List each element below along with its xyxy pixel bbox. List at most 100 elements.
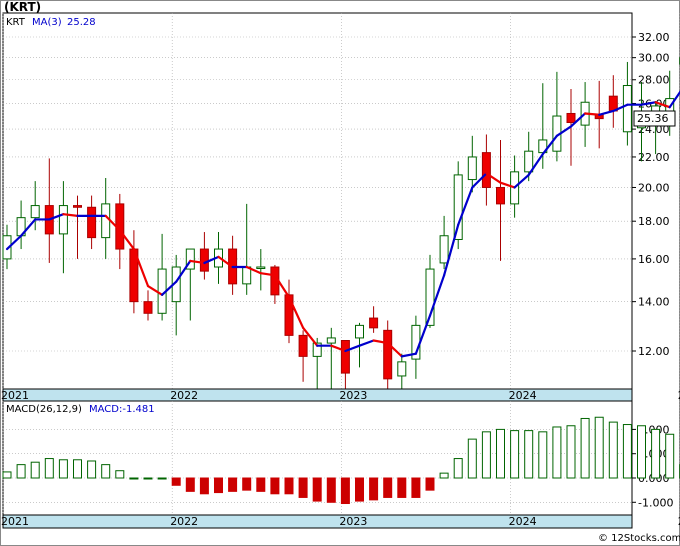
macd-bar-positive: [467, 438, 477, 479]
date-tick-label: 2024: [509, 389, 537, 402]
macd-date-axis-band: [2, 514, 633, 529]
date-tick-label: 2022: [170, 389, 198, 402]
macd-bar-negative: [171, 477, 181, 486]
candle-down: [496, 186, 505, 205]
candle-up: [256, 266, 266, 270]
macd-bar-positive: [44, 458, 54, 479]
price-tick-label: 16.00: [638, 253, 670, 266]
macd-bar-negative: [214, 477, 223, 494]
macd-bar-positive: [101, 464, 111, 479]
macd-bar-positive: [496, 428, 505, 479]
macd-tick-label: -1.000: [638, 496, 673, 509]
macd-bar-negative: [425, 477, 435, 491]
macd-bar-positive: [115, 470, 125, 479]
candle-down: [481, 152, 491, 188]
ma-segment: [583, 112, 601, 116]
candle-up: [524, 150, 534, 173]
price-tick-label: 32.00: [638, 31, 670, 44]
candle-down: [566, 112, 576, 123]
macd-bar-positive: [2, 471, 12, 479]
candle-up: [58, 205, 68, 235]
macd-bar-positive: [30, 461, 40, 479]
date-tick-label: 2022: [170, 515, 198, 528]
last-price-label: 25.36: [637, 112, 669, 125]
candle-up: [397, 361, 407, 377]
macd-bar-positive: [608, 421, 618, 479]
candle-down: [87, 206, 97, 239]
macd-bar-positive: [580, 417, 590, 479]
candle-up: [439, 235, 449, 264]
price-tick-label: 20.00: [638, 181, 670, 194]
price-tick-label: 22.00: [638, 151, 670, 164]
macd-bar-positive: [552, 426, 562, 479]
macd-bar-positive: [16, 464, 26, 479]
price-panel: [2, 12, 633, 390]
macd-bar-positive: [73, 459, 82, 479]
candle-up: [242, 266, 252, 285]
macd-bar-negative: [369, 477, 379, 501]
macd-bar-negative: [411, 477, 421, 498]
macd-bar-negative: [383, 477, 393, 498]
macd-bar-positive: [58, 459, 68, 479]
legend-ma-label: MA(3): [32, 17, 62, 28]
macd-bar-positive: [538, 431, 548, 479]
price-tick-label: 30.00: [638, 52, 670, 65]
candle-down: [369, 317, 379, 329]
candle-up: [622, 85, 632, 133]
price-date-axis-band: [2, 388, 633, 402]
macd-bar-negative: [256, 477, 266, 492]
legend-symbol: KRT: [6, 17, 26, 28]
macd-legend-value: MACD:-1.481: [89, 404, 155, 415]
macd-bar-positive: [510, 430, 520, 479]
macd-bar-negative: [284, 477, 294, 495]
macd-bar-positive: [665, 433, 675, 479]
candle-up: [355, 324, 364, 339]
macd-bar-negative: [270, 477, 280, 495]
watermark: © 12Stocks.com: [598, 533, 680, 544]
price-tick-label: 18.00: [638, 215, 670, 228]
macd-bar-positive: [594, 416, 604, 479]
macd-legend-label: MACD(26,12,9): [6, 404, 82, 415]
macd-bar-positive: [143, 477, 153, 480]
stock-chart: 32.0030.0028.0026.0024.0022.0020.0018.00…: [0, 0, 680, 546]
macd-bar-positive: [481, 431, 491, 479]
candle-down: [199, 248, 209, 272]
candle-up: [101, 203, 111, 239]
macd-bar-positive: [566, 425, 576, 479]
macd-bar-negative: [298, 477, 308, 498]
macd-bar-negative: [228, 477, 238, 492]
macd-bar-positive: [157, 477, 167, 480]
macd-bar-negative: [397, 477, 407, 498]
legend-ma-value: 25.28: [67, 17, 96, 28]
price-tick-label: 14.00: [638, 296, 670, 309]
macd-bar-negative: [340, 477, 350, 505]
macd-bar-positive: [651, 428, 661, 479]
macd-bar-negative: [326, 477, 336, 503]
macd-bar-negative: [199, 477, 209, 495]
date-tick-label: 2021: [1, 515, 29, 528]
macd-bar-negative: [242, 477, 252, 491]
candle-down: [298, 334, 308, 357]
candle-down: [143, 301, 153, 314]
date-tick-label: 2023: [339, 389, 367, 402]
candle-up: [326, 337, 336, 344]
candle-up: [467, 156, 477, 181]
macd-bar-positive: [622, 424, 632, 479]
macd-bar-positive: [453, 458, 463, 479]
macd-bar-positive: [87, 460, 97, 479]
macd-bar-negative: [355, 477, 364, 502]
price-tick-label: 28.00: [638, 74, 670, 87]
macd-bar-positive: [524, 430, 534, 479]
candle-up: [453, 174, 463, 240]
macd-bar-positive: [637, 425, 646, 479]
candle-down: [73, 205, 82, 208]
candle-down: [340, 340, 350, 374]
date-tick-label: 2024: [509, 515, 537, 528]
ticker-title: (KRT): [4, 0, 41, 14]
candle-down: [383, 329, 393, 380]
macd-bar-negative: [312, 477, 322, 502]
candle-up: [30, 205, 40, 219]
macd-bar-negative: [185, 477, 195, 492]
price-tick-label: 12.00: [638, 345, 670, 358]
date-tick-label: 2023: [339, 515, 367, 528]
